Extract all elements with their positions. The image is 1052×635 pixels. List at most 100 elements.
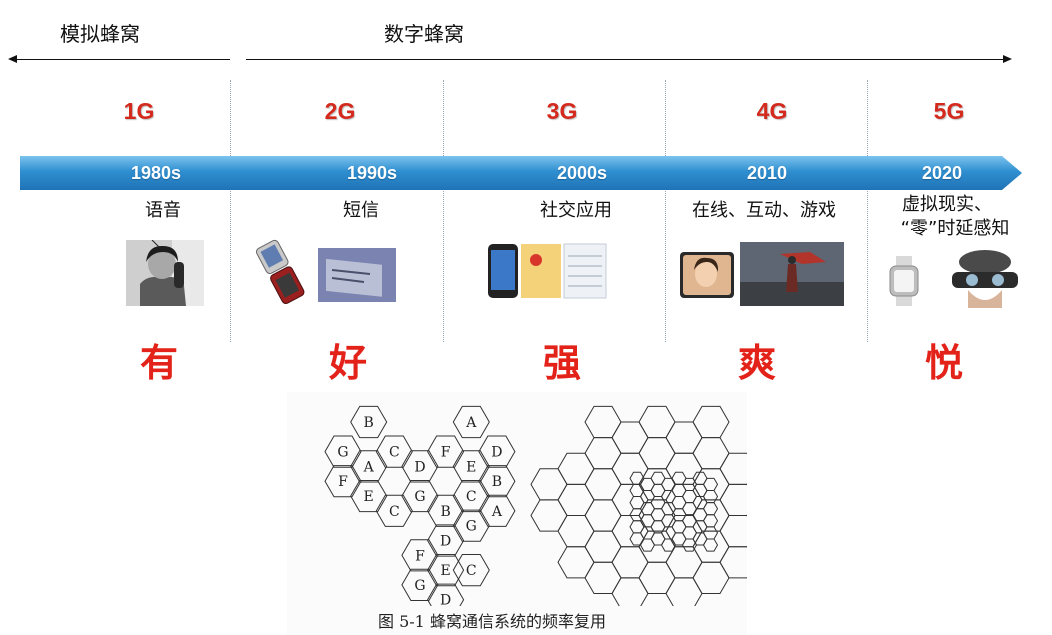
hex-cell-label: C [389, 504, 400, 520]
reuse-cell [719, 452, 757, 485]
reuse-cell [530, 499, 568, 532]
smartphone-apps-photo [486, 242, 608, 300]
reuse-cell [584, 530, 622, 563]
word-3g: 强 [542, 341, 582, 385]
hex-cell-label: A [465, 415, 477, 431]
reuse-cell [557, 515, 595, 548]
reuse-cell [611, 546, 649, 579]
reuse-cell [665, 577, 703, 610]
game-art-photo [740, 242, 844, 306]
digital-era-arrow [246, 54, 1012, 63]
feature-3g: 社交应用 [540, 200, 612, 221]
figure-caption: 图 5-1 蜂窝通信系统的频率复用 [378, 612, 606, 631]
vr-headset-photo [942, 248, 1028, 314]
separator [443, 80, 444, 342]
reuse-cell [557, 546, 595, 579]
separator [665, 80, 666, 342]
hex-cell-label: G [414, 489, 425, 505]
hex-cell-label: F [415, 548, 425, 564]
reuse-cell [638, 405, 676, 439]
reuse-cell [719, 483, 757, 516]
hex-cell-label: G [414, 578, 425, 594]
hex-cell-label: B [492, 474, 502, 490]
hex-cell-label: C [466, 563, 477, 579]
smartwatch-photo [884, 256, 924, 306]
flip-phone-photo [254, 236, 310, 306]
word-2g: 好 [328, 341, 368, 385]
word-4g: 爽 [737, 341, 777, 385]
feature-4g: 在线、互动、游戏 [692, 200, 836, 221]
hex-cell-label: D [491, 445, 502, 461]
reuse-cell [611, 577, 649, 610]
hex-cell-label: E [364, 489, 374, 505]
year-5g: 2020 [921, 163, 963, 183]
hex-cell-label: B [364, 415, 374, 431]
hex-cell-label: C [389, 445, 400, 461]
hex-cell-label: D [414, 459, 425, 475]
sms-screen-photo [318, 248, 396, 302]
digital-era-label: 数字蜂窝 [384, 22, 464, 46]
year-2g: 1990s [346, 163, 398, 183]
hex-cell-label: F [441, 445, 451, 461]
hex-cell-label: F [338, 474, 348, 490]
reuse-cell [692, 530, 730, 563]
reuse-cell [611, 421, 649, 454]
gen-1g-label: 1G [123, 98, 155, 124]
gen-4g-label: 4G [756, 98, 788, 124]
reuse-cell [665, 452, 703, 485]
reuse-cell [719, 515, 757, 548]
word-5g: 悦 [924, 341, 964, 385]
separator [230, 80, 231, 342]
reuse-cell [692, 561, 730, 594]
gen-2g-label: 2G [324, 98, 356, 124]
reuse-cell [719, 546, 757, 579]
hex-cell-label: E [440, 563, 450, 579]
reuse-cell [530, 468, 568, 501]
reuse-cell [584, 468, 622, 501]
reuse-cell [665, 421, 703, 454]
small-reuse-cell [702, 526, 719, 540]
feature-2g: 短信 [343, 200, 379, 221]
separator [867, 80, 868, 342]
reuse-cell [557, 452, 595, 485]
video-call-photo [680, 252, 734, 298]
reuse-cell [584, 499, 622, 532]
reuse-cell [638, 437, 676, 470]
hex-cell-label: B [440, 504, 450, 520]
reuse-cell [692, 437, 730, 470]
frequency-reuse-figure: BCGADFEGCBAFDEBCGADFEGCD [287, 392, 784, 635]
hex-cell-label: D [440, 533, 451, 549]
hex-grid: BCGA DFE GC BAF DEBCGADFEGCD [324, 405, 784, 616]
feature-5g-line1: 虚拟现实、 [902, 194, 992, 215]
reuse-cell [692, 405, 730, 439]
year-3g: 2000s [556, 163, 608, 183]
hex-cell-label: G [466, 519, 477, 535]
gen-5g-label: 5G [933, 98, 965, 124]
word-1g: 有 [139, 341, 179, 385]
reuse-cell [638, 561, 676, 594]
reuse-cell [584, 437, 622, 470]
reuse-cell [557, 483, 595, 516]
small-reuse-cell [702, 514, 719, 528]
analog-era-arrow [8, 54, 230, 63]
hex-cell-label: D [440, 593, 451, 606]
year-1g: 1980s [130, 163, 182, 183]
small-reuse-cell [702, 490, 719, 504]
small-reuse-cell [702, 477, 719, 491]
small-reuse-cell [702, 502, 719, 516]
phone-call-photo [126, 240, 204, 306]
small-reuse-cell [702, 538, 719, 552]
year-4g: 2010 [746, 163, 788, 183]
hex-cell-label: A [363, 459, 375, 475]
analog-era-label: 模拟蜂窝 [60, 22, 140, 46]
hex-cell-label: C [466, 489, 477, 505]
feature-5g-line2: “零”时延感知 [900, 218, 1010, 239]
reuse-cell [611, 452, 649, 485]
hex-cell-label: E [466, 459, 476, 475]
reuse-cell [584, 561, 622, 594]
feature-1g: 语音 [145, 200, 181, 221]
reuse-cell [638, 530, 676, 563]
hex-cell-label: G [337, 445, 348, 461]
gen-3g-label: 3G [546, 98, 578, 124]
hex-cell-label: A [491, 504, 503, 520]
